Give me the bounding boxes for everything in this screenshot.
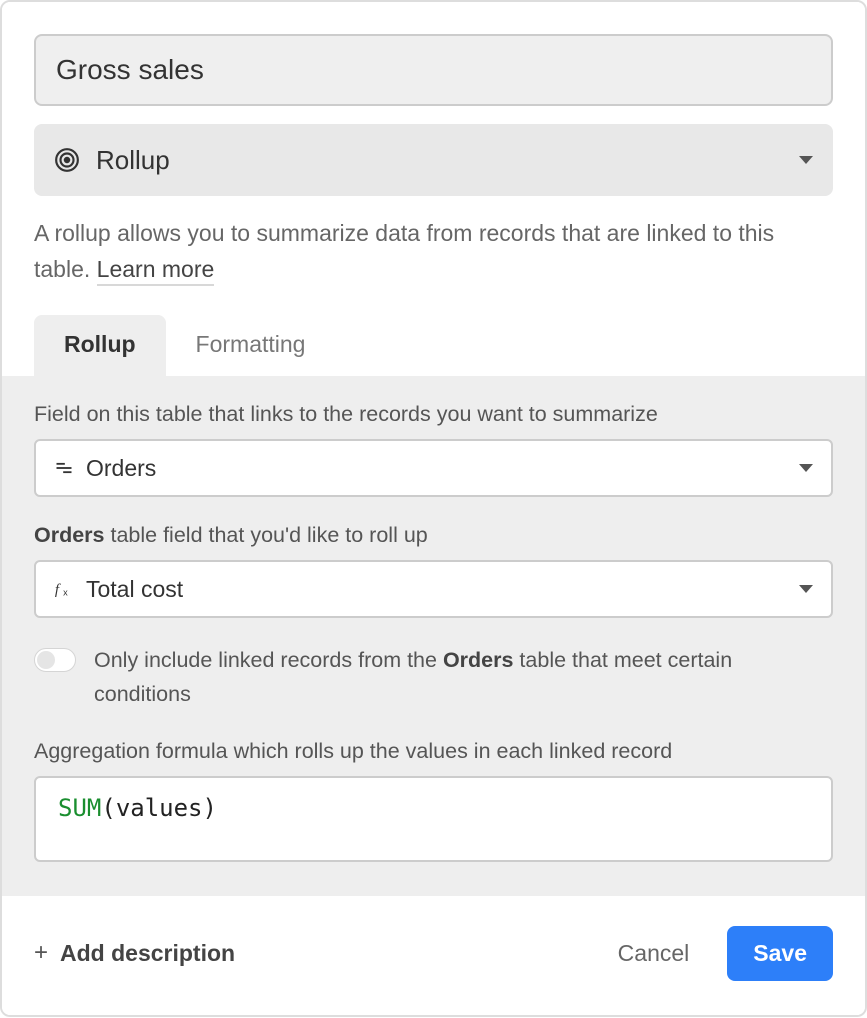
formula-arg: values — [116, 794, 203, 822]
learn-more-link[interactable]: Learn more — [97, 256, 215, 286]
chevron-down-icon — [799, 156, 813, 164]
link-field-value: Orders — [86, 455, 787, 482]
field-type-label: Rollup — [96, 145, 783, 176]
link-field-label: Field on this table that links to the re… — [34, 402, 833, 427]
field-type-select[interactable]: Rollup — [34, 124, 833, 196]
aggregation-label: Aggregation formula which rolls up the v… — [34, 739, 833, 764]
svg-text:x: x — [63, 588, 68, 598]
link-field-select[interactable]: Orders — [34, 439, 833, 497]
rollup-field-select[interactable]: f x Total cost — [34, 560, 833, 618]
field-name-input[interactable] — [34, 34, 833, 106]
rollup-field-label: Orders table field that you'd like to ro… — [34, 523, 833, 548]
tab-rollup[interactable]: Rollup — [34, 315, 166, 376]
field-config-dialog: Rollup A rollup allows you to summarize … — [0, 0, 867, 1017]
save-button[interactable]: Save — [727, 926, 833, 981]
conditions-prefix: Only include linked records from the — [94, 648, 443, 672]
cancel-button[interactable]: Cancel — [592, 926, 716, 981]
config-tabs: Rollup Formatting — [34, 315, 833, 376]
tab-formatting[interactable]: Formatting — [166, 315, 336, 376]
field-type-description: A rollup allows you to summarize data fr… — [34, 216, 833, 287]
formula-open-paren: ( — [101, 794, 115, 822]
chevron-down-icon — [799, 464, 813, 472]
rollup-icon — [54, 147, 80, 173]
plus-icon: + — [34, 939, 48, 967]
rollup-field-value: Total cost — [86, 576, 787, 603]
rollup-config-section: Field on this table that links to the re… — [2, 376, 865, 896]
conditions-toggle[interactable] — [34, 648, 76, 672]
formula-close-paren: ) — [203, 794, 217, 822]
formula-function: SUM — [58, 794, 101, 822]
conditions-label: Only include linked records from the Ord… — [94, 644, 833, 711]
conditions-table-name: Orders — [443, 648, 514, 672]
chevron-down-icon — [799, 585, 813, 593]
dialog-top-section: Rollup A rollup allows you to summarize … — [2, 2, 865, 376]
rollup-field-table-name: Orders — [34, 523, 105, 547]
formula-icon: f x — [54, 579, 74, 599]
add-description-label: Add description — [60, 940, 235, 967]
conditions-row: Only include linked records from the Ord… — [34, 644, 833, 711]
linked-record-icon — [54, 458, 74, 478]
rollup-field-label-rest: table field that you'd like to roll up — [105, 523, 428, 547]
dialog-footer: + Add description Cancel Save — [2, 896, 865, 1015]
aggregation-formula-input[interactable]: SUM(values) — [34, 776, 833, 862]
svg-text:f: f — [55, 582, 61, 598]
add-description-button[interactable]: + Add description — [34, 939, 235, 967]
